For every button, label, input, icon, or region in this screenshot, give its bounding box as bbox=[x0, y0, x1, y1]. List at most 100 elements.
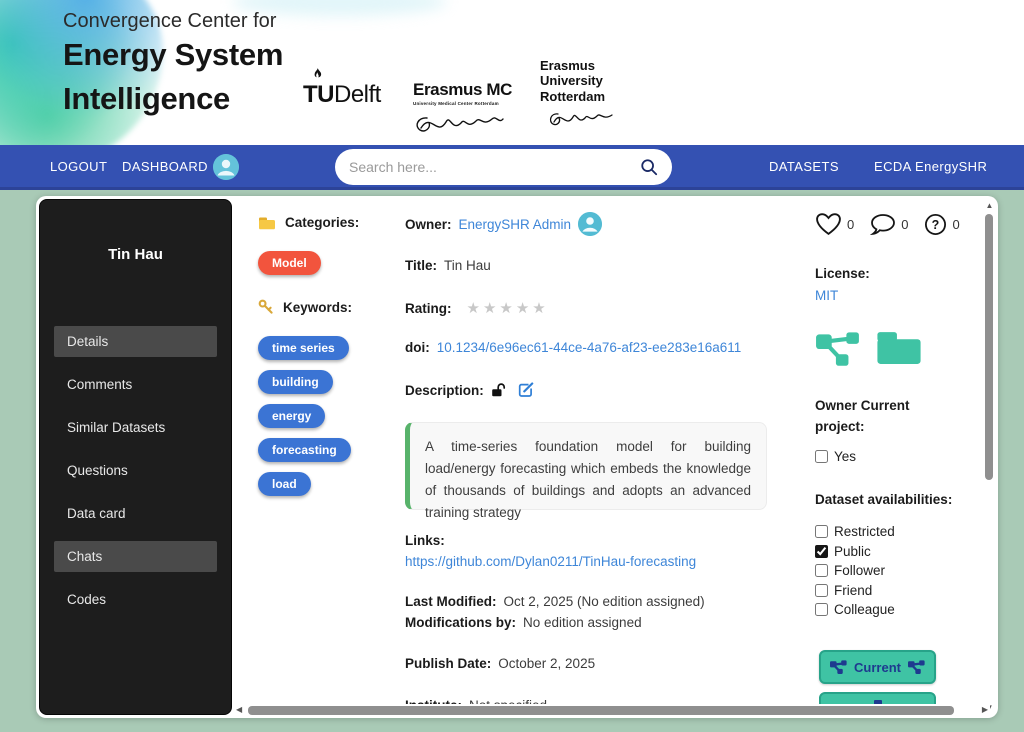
sidebar-item-similar-datasets[interactable]: Similar Datasets bbox=[54, 412, 217, 443]
erasmus-mc-subtitle: University Medical Center Rotterdam bbox=[413, 101, 523, 106]
scroll-left-arrow[interactable]: ◀ bbox=[236, 704, 242, 716]
share-nodes-mini-icon bbox=[908, 660, 925, 674]
sidebar-menu: Details Comments Similar Datasets Questi… bbox=[40, 326, 231, 627]
owner-link[interactable]: EnergySHR Admin bbox=[459, 217, 572, 232]
eur-line-1: Erasmus bbox=[540, 58, 650, 73]
tudelft-wordmark: TUDelft bbox=[303, 81, 381, 108]
logout-link[interactable]: LOGOUT bbox=[50, 159, 107, 174]
availability-option-colleague: Colleague bbox=[815, 602, 895, 617]
eur-line-3: Rotterdam bbox=[540, 89, 650, 104]
eur-line-2: University bbox=[540, 73, 650, 88]
site-header: Convergence Center for Energy System Int… bbox=[0, 0, 1024, 145]
availability-label: Dataset availabilities: bbox=[815, 492, 952, 507]
top-navbar: LOGOUT DASHBOARD DATASETS ECDA EnergySHR bbox=[0, 145, 1024, 190]
brand-line-1: Convergence Center for bbox=[63, 10, 283, 33]
key-icon bbox=[258, 299, 274, 315]
sidebar-item-questions[interactable]: Questions bbox=[54, 455, 217, 486]
description-label-row: Description: bbox=[405, 382, 534, 398]
availability-option-friend: Friend bbox=[815, 583, 895, 598]
availability-option-restricted: Restricted bbox=[815, 524, 895, 539]
search-box bbox=[335, 149, 672, 185]
modifications-row: Modifications by: No edition assigned bbox=[405, 615, 642, 630]
erasmus-mc-name: Erasmus MC bbox=[413, 80, 523, 100]
restricted-checkbox[interactable] bbox=[815, 525, 828, 538]
share-nodes-mini-icon bbox=[830, 660, 847, 674]
keyword-tag[interactable]: load bbox=[258, 472, 311, 496]
tudelft-logo: TUDelft bbox=[303, 68, 381, 109]
unlock-icon[interactable] bbox=[491, 383, 506, 398]
keyword-tags: time series building energy forecasting … bbox=[258, 336, 351, 506]
license-link[interactable]: MIT bbox=[815, 288, 838, 303]
availability-option-public: Public bbox=[815, 544, 895, 559]
datasets-link[interactable]: DATASETS bbox=[769, 159, 839, 174]
repo-link-row: https://github.com/Dylan0211/TinHau-fore… bbox=[405, 554, 696, 569]
sidebar-item-comments[interactable]: Comments bbox=[54, 369, 217, 400]
repo-link[interactable]: https://github.com/Dylan0211/TinHau-fore… bbox=[405, 554, 696, 569]
keyword-tag[interactable]: building bbox=[258, 370, 333, 394]
sidebar-item-chats[interactable]: Chats bbox=[54, 541, 217, 572]
dataset-title: Tin Hau bbox=[444, 258, 491, 273]
keywords-label-row: Keywords: bbox=[258, 299, 352, 315]
folder-icon bbox=[258, 216, 276, 230]
availability-option-follower: Follower bbox=[815, 563, 895, 578]
license-label: License: bbox=[815, 266, 870, 281]
vertical-scroll-thumb[interactable] bbox=[985, 214, 993, 480]
doi-row: doi: 10.1234/6e96ec61-44ce-4a76-af23-ee2… bbox=[405, 340, 741, 355]
links-label: Links: bbox=[405, 533, 445, 548]
sidebar-item-codes[interactable]: Codes bbox=[54, 584, 217, 615]
keyword-tag[interactable]: time series bbox=[258, 336, 349, 360]
follower-checkbox[interactable] bbox=[815, 564, 828, 577]
engagement-row: 0 0 ? 0 bbox=[815, 212, 971, 236]
page-background: Tin Hau Details Comments Similar Dataset… bbox=[0, 190, 1024, 732]
edit-icon[interactable] bbox=[518, 382, 534, 398]
public-checkbox[interactable] bbox=[815, 545, 828, 558]
search-input[interactable] bbox=[349, 159, 640, 175]
rating-stars[interactable]: ★★★★★ bbox=[467, 299, 549, 317]
horizontal-scroll-thumb[interactable] bbox=[248, 706, 954, 715]
like-heart-icon[interactable] bbox=[815, 212, 842, 236]
comment-bubble-icon[interactable] bbox=[870, 213, 896, 236]
home-brand-link[interactable]: ECDA EnergySHR bbox=[874, 159, 987, 174]
vertical-scrollbar: ▲ ▼ bbox=[983, 201, 996, 713]
erasmus-mc-logo: Erasmus MC University Medical Center Rot… bbox=[413, 80, 523, 140]
comment-count: 0 bbox=[901, 217, 908, 232]
scroll-right-arrow[interactable]: ▶ bbox=[982, 704, 988, 716]
brand-wordmark: Convergence Center for Energy System Int… bbox=[63, 10, 283, 121]
share-nodes-icon[interactable] bbox=[815, 329, 861, 367]
keyword-tag[interactable]: forecasting bbox=[258, 438, 351, 462]
files-folder-icon[interactable] bbox=[875, 329, 923, 366]
keyword-tag[interactable]: energy bbox=[258, 404, 325, 428]
sidebar-item-data-card[interactable]: Data card bbox=[54, 498, 217, 529]
doi-link[interactable]: 10.1234/6e96ec61-44ce-4a76-af23-ee283e16… bbox=[437, 340, 742, 355]
brand-line-3: Intelligence bbox=[63, 77, 283, 121]
question-circle-icon[interactable]: ? bbox=[924, 213, 947, 236]
friend-checkbox[interactable] bbox=[815, 584, 828, 597]
sidebar-item-details[interactable]: Details bbox=[54, 326, 217, 357]
app-window: Convergence Center for Energy System Int… bbox=[0, 0, 1024, 732]
svg-text:?: ? bbox=[932, 217, 940, 231]
last-modified-row: Last Modified: Oct 2, 2025 (No edition a… bbox=[405, 594, 705, 609]
rating-row: Rating: ★★★★★ bbox=[405, 299, 549, 317]
owner-row: Owner: EnergySHR Admin bbox=[405, 212, 602, 236]
owner-project-yes-option: Yes bbox=[815, 449, 856, 464]
description-text: A time-series foundation model for build… bbox=[405, 422, 767, 510]
dataset-detail-card: Tin Hau Details Comments Similar Dataset… bbox=[36, 196, 998, 718]
current-button[interactable]: Current bbox=[819, 650, 936, 684]
scroll-up-arrow[interactable]: ▲ bbox=[983, 201, 996, 211]
category-tag[interactable]: Model bbox=[258, 251, 321, 275]
owner-project-label: Owner Current project: bbox=[815, 396, 940, 438]
dataset-title-sidebar: Tin Hau bbox=[40, 246, 231, 263]
availability-options: Restricted Public Follower Friend bbox=[815, 524, 895, 622]
user-avatar-icon[interactable] bbox=[213, 154, 239, 180]
dashboard-link[interactable]: DASHBOARD bbox=[122, 159, 208, 174]
question-count: 0 bbox=[952, 217, 959, 232]
categories-label-row: Categories: bbox=[258, 215, 359, 230]
like-count: 0 bbox=[847, 217, 854, 232]
title-row: Title: Tin Hau bbox=[405, 258, 491, 273]
erasmus-university-logo: Erasmus University Rotterdam bbox=[540, 58, 650, 132]
search-icon[interactable] bbox=[640, 158, 658, 176]
publish-date-row: Publish Date: October 2, 2025 bbox=[405, 656, 595, 671]
colleague-checkbox[interactable] bbox=[815, 603, 828, 616]
teal-actions bbox=[815, 329, 923, 367]
yes-checkbox[interactable] bbox=[815, 450, 828, 463]
